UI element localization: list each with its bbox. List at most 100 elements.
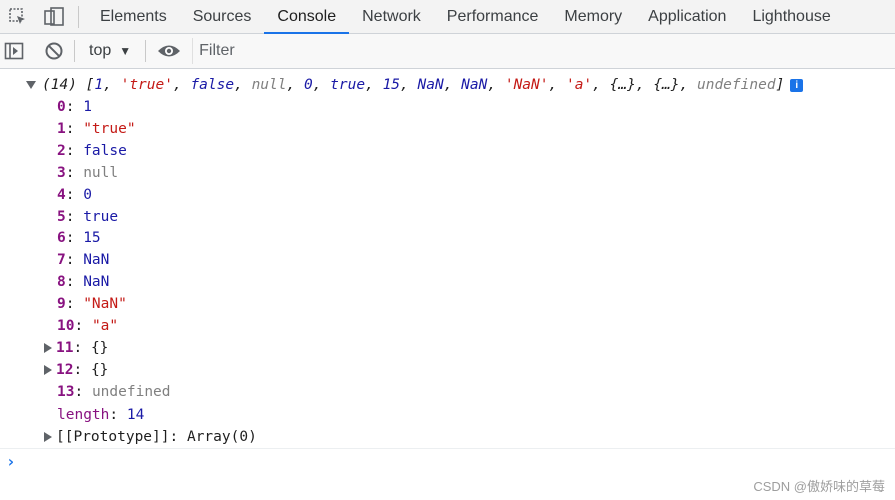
array-entry: 1: "true" [57,120,136,137]
entry-value: false [83,142,127,159]
info-icon[interactable]: i [790,78,804,92]
array-entry: 0: 1 [57,99,92,115]
array-entry: 2: false [57,142,127,159]
summary-token: 1 [94,77,104,93]
entry-key: 10 [57,318,75,334]
context-label: top [89,42,112,59]
entry-value: 0 [83,186,92,203]
entry-key: 12 [56,361,74,378]
array-summary[interactable]: (14) [1, 'true', false, null, 0, true, 1… [26,74,804,96]
entry-key: 2 [57,142,66,159]
summary-token: , [312,77,331,93]
summary-token: , [286,77,304,93]
summary-token: , [487,77,505,93]
eye-icon[interactable] [152,34,186,68]
toolbar-separator [74,40,75,62]
array-entry: 8: NaN [57,274,110,291]
summary-token: , [592,77,610,93]
expand-arrow-icon[interactable] [26,81,36,89]
context-selector[interactable]: top ▼ [81,42,139,60]
array-entry: 13: undefined [57,383,171,400]
array-entry: 7: NaN [57,252,110,269]
length-value: 14 [126,407,145,423]
tab-application[interactable]: Application [635,0,739,33]
array-preview: [1, 'true', false, null, 0, true, 15, Na… [86,77,785,93]
console-output: (14) [1, 'true', false, null, 0, true, 1… [0,69,895,500]
summary-token: , [103,77,121,93]
summary-token: 15 [382,77,401,93]
entry-key: 3 [57,164,66,181]
summary-token: , [400,77,418,93]
entry-key: 0 [57,99,66,115]
console-toolbar: top ▼ Filter [0,34,895,69]
entry-value: {} [90,361,109,378]
summary-token: 0 [303,77,313,93]
entry-value: "a" [91,318,119,334]
length-row: length: 14 [57,407,145,423]
entry-key: 7 [57,252,66,269]
toolbar-separator [145,40,147,62]
entry-key: 6 [57,230,66,247]
prototype-row[interactable]: [[Prototype]]: Array(0) [44,426,257,448]
clear-console-icon[interactable] [40,34,68,68]
array-entry: 9: "NaN" [57,296,127,313]
inspect-element-icon[interactable] [0,0,36,33]
entry-value: NaN [83,274,110,291]
summary-token: {…} [653,77,680,93]
length-key: length [57,407,110,423]
tab-console[interactable]: Console [264,0,349,34]
tab-lighthouse[interactable]: Lighthouse [739,0,843,33]
watermark: CSDN @傲娇味的草莓 [753,479,885,494]
tab-sources[interactable]: Sources [180,0,265,33]
tab-network[interactable]: Network [349,0,434,33]
device-toggle-icon[interactable] [36,0,72,33]
summary-token: , [679,77,697,93]
entry-value: "NaN" [83,296,127,313]
summary-token: 'a' [565,77,593,93]
expand-arrow-icon[interactable] [44,432,52,442]
array-entry: 4: 0 [57,186,92,203]
entry-value: NaN [83,252,110,269]
array-entry: 3: null [57,164,119,181]
summary-token: , [365,77,383,93]
tab-separator [78,5,79,28]
expand-arrow-icon[interactable] [44,364,52,375]
entry-value: undefined [91,383,171,400]
array-entry: 5: true [57,208,119,225]
entry-value: null [83,164,119,181]
entry-key: 5 [57,208,66,225]
array-entry[interactable]: 11: {} [44,337,108,359]
array-entry[interactable]: 12: {} [44,359,108,381]
tab-elements[interactable]: Elements [87,0,180,33]
entry-value: true [83,208,119,225]
summary-token: , [172,77,191,93]
tab-memory[interactable]: Memory [551,0,635,33]
array-entry: 6: 15 [57,230,101,247]
summary-token: , [548,77,566,93]
prototype-key: [[Prototype]] [56,429,170,445]
summary-token: false [190,77,235,93]
filter-input[interactable]: Filter [192,38,895,64]
summary-token: 'true' [120,77,173,93]
summary-token: 'NaN' [504,77,549,93]
console-prompt[interactable]: › [6,452,16,471]
entry-key: 4 [57,186,66,203]
entry-value: 15 [83,230,101,247]
summary-token: {…} [609,77,636,93]
summary-token: , [443,77,462,93]
entry-value: {} [90,339,109,356]
array-count: (14) [42,77,77,93]
sidebar-toggle-icon[interactable] [0,34,28,68]
tab-list: Elements Sources Console Network Performance… [87,0,844,34]
summary-token: NaN [417,77,444,93]
filter-placeholder: Filter [199,42,235,59]
summary-token: null [251,77,287,93]
tab-performance[interactable]: Performance [434,0,552,33]
prototype-value: Array(0) [186,429,257,445]
expand-arrow-icon[interactable] [44,342,52,353]
devtools-tab-bar: Elements Sources Console Network Performance… [0,0,895,34]
array-entry: 10: "a" [57,318,119,334]
summary-token: , [635,77,654,93]
entry-key: 9 [57,296,66,313]
summary-token: , [234,77,252,93]
